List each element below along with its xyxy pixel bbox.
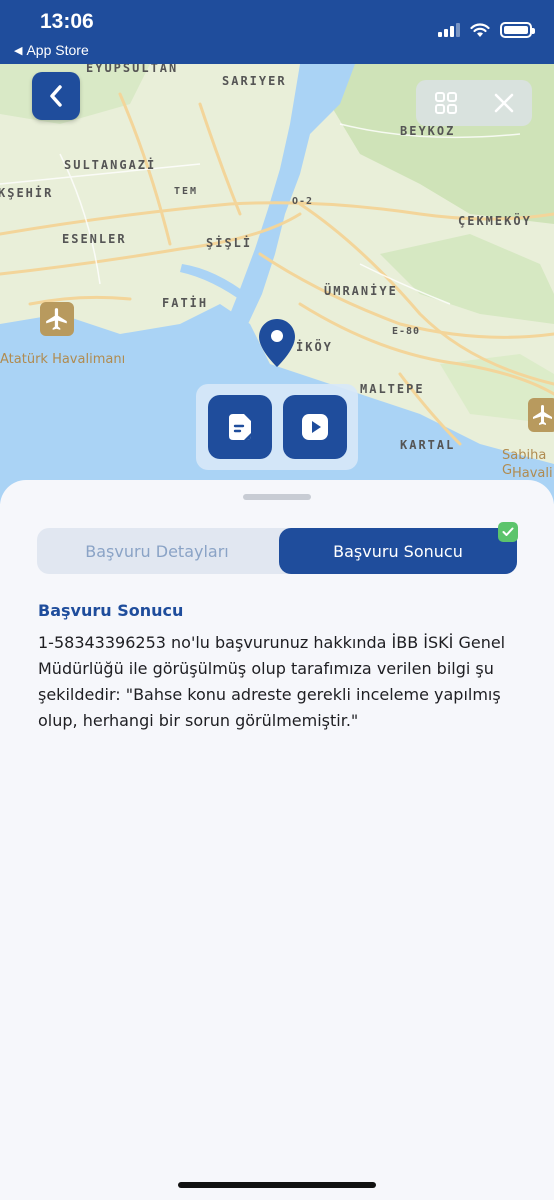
map-label-sariyer: SARIYER bbox=[222, 74, 287, 88]
battery-icon bbox=[500, 22, 535, 38]
check-badge-icon bbox=[498, 522, 518, 542]
sheet-drag-handle[interactable] bbox=[243, 494, 311, 500]
map-label-kartal: KARTAL bbox=[400, 438, 456, 452]
map-label-sisli: ŞİŞLİ bbox=[206, 236, 253, 250]
document-button[interactable] bbox=[207, 395, 272, 459]
close-icon[interactable] bbox=[493, 92, 515, 114]
map-label-ataturk-airport: Atatürk Havalimanı bbox=[0, 352, 126, 367]
cellular-signal-icon bbox=[438, 23, 460, 37]
video-button[interactable] bbox=[282, 395, 347, 459]
map-label-beykoz: BEYKOZ bbox=[400, 124, 456, 138]
map-label-sabiha-2: Havali bbox=[512, 466, 553, 481]
status-time: 13:06 bbox=[40, 10, 94, 33]
status-icons bbox=[438, 22, 535, 38]
map-label-umraniye: ÜMRANİYE bbox=[324, 284, 398, 298]
segmented-tabs: Başvuru Detayları Başvuru Sonucu bbox=[37, 522, 518, 574]
airport-icon bbox=[46, 308, 67, 330]
map-label-eskisehir: KŞEHİR bbox=[0, 186, 54, 200]
airport-icon bbox=[533, 405, 552, 425]
map-label-o2: O-2 bbox=[292, 196, 314, 207]
result-text: 1-58343396253 no'lu başvurunuz hakkında … bbox=[38, 633, 506, 730]
map-label-cekmekoy: ÇEKMEKÖY bbox=[458, 214, 532, 228]
map-label-sultangazi: SULTANGAZİ bbox=[64, 158, 157, 172]
map-label-eyupsultan: EYÜPSULTAN bbox=[86, 64, 179, 75]
grid-icon[interactable] bbox=[434, 91, 458, 115]
map-tools bbox=[416, 80, 532, 126]
map-label-maltepe: MALTEPE bbox=[360, 382, 425, 396]
back-app-label: App Store bbox=[26, 42, 89, 58]
tab-application-details[interactable]: Başvuru Detayları bbox=[37, 528, 277, 574]
home-indicator[interactable] bbox=[178, 1182, 376, 1188]
back-to-app-store-link[interactable]: ◀ App Store bbox=[14, 42, 89, 58]
location-pin-icon[interactable] bbox=[258, 318, 296, 372]
status-bar: 13:06 ◀ App Store bbox=[0, 0, 554, 64]
tab-application-result[interactable]: Başvuru Sonucu bbox=[279, 522, 518, 574]
document-icon bbox=[228, 414, 251, 440]
tab-application-result-label: Başvuru Sonucu bbox=[333, 541, 463, 561]
wifi-icon bbox=[470, 22, 490, 37]
back-button[interactable] bbox=[32, 72, 80, 120]
chevron-left-icon bbox=[50, 85, 62, 107]
bottom-sheet: Başvuru Detayları Başvuru Sonucu Başvuru… bbox=[0, 480, 554, 1200]
map-label-kadikoy: İKÖY bbox=[296, 340, 333, 354]
map-label-fatih: FATİH bbox=[162, 296, 209, 310]
map-label-e80: E-80 bbox=[392, 326, 421, 337]
map-label-esenler: ESENLER bbox=[62, 232, 127, 246]
back-triangle-icon: ◀ bbox=[14, 44, 23, 57]
video-play-icon bbox=[301, 414, 328, 440]
media-panel bbox=[196, 384, 358, 470]
map-label-tem: TEM bbox=[174, 186, 199, 197]
result-title: Başvuru Sonucu bbox=[38, 601, 184, 620]
